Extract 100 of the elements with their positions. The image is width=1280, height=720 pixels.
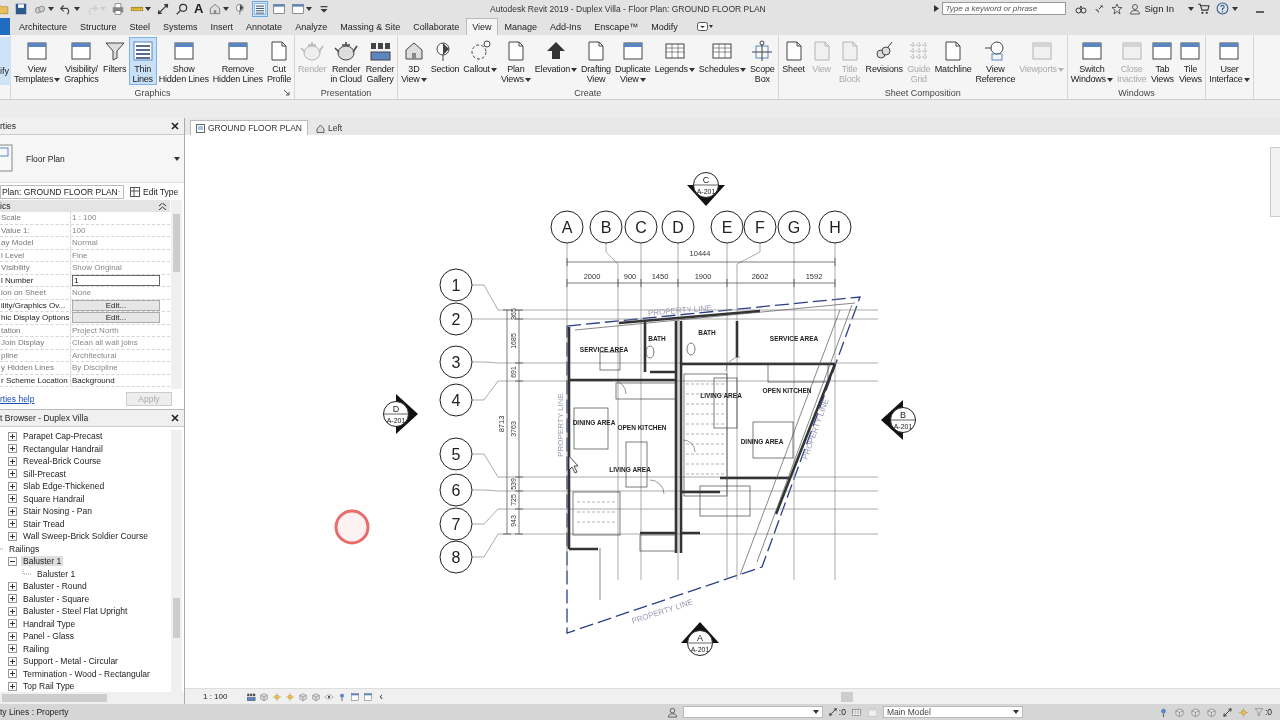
ribbon-tab[interactable]: Structure: [74, 18, 123, 35]
panel-toggle-icon[interactable]: [696, 22, 713, 31]
ribbon-tab[interactable]: Manage: [498, 18, 544, 35]
ribbon-tab[interactable]: Insert: [204, 18, 240, 35]
model-dropdown[interactable]: Main Model: [882, 706, 1023, 718]
ribbon-button[interactable]: User Interface: [1207, 37, 1252, 85]
help-link[interactable]: rties help: [0, 394, 35, 404]
expand-arrow-icon[interactable]: [934, 5, 940, 12]
tree-item[interactable]: Termination - Wood - Rectangular: [21, 668, 152, 679]
grid-icon[interactable]: [246, 691, 257, 702]
expand-icon[interactable]: [8, 431, 17, 441]
edit-type-button[interactable]: Edit Type: [130, 186, 179, 197]
star-icon[interactable]: [1111, 2, 1124, 15]
ribbon-button[interactable]: Schedules: [696, 37, 749, 85]
ribbon-tab[interactable]: Add-Ins: [544, 18, 588, 35]
ribbon-button[interactable]: Callout: [461, 37, 499, 85]
tree-item[interactable]: Stair Tread: [21, 518, 67, 529]
scrollbar[interactable]: [171, 200, 182, 389]
ribbon-button[interactable]: Duplicate View: [612, 37, 653, 85]
expand-icon[interactable]: [8, 656, 17, 666]
ribbon-button[interactable]: View Templates: [12, 37, 63, 85]
tree-item[interactable]: Baluster - Square: [21, 593, 92, 604]
caret-icon[interactable]: [1232, 6, 1238, 11]
expand-icon[interactable]: [8, 519, 17, 529]
ribbon-button[interactable]: Remove Hidden Lines: [210, 37, 265, 85]
toolbar-button[interactable]: A: [193, 0, 205, 17]
ribbon-tab[interactable]: Collaborate: [407, 18, 466, 35]
ribbon-tab[interactable]: Architecture: [13, 18, 74, 35]
view-dropdown[interactable]: Plan: GROUND FLOOR PLAN: [0, 184, 124, 199]
tree-item[interactable]: Support - Metal - Circular: [21, 656, 120, 667]
ribbon-tab[interactable]: Systems: [157, 18, 204, 35]
ribbon-button[interactable]: Thin Lines: [128, 37, 157, 85]
ribbon-button[interactable]: Sheet: [779, 37, 808, 85]
tree-item[interactable]: Sill-Precast: [21, 468, 68, 479]
filter-count[interactable]: :0: [1253, 707, 1272, 717]
window-icon[interactable]: [350, 691, 361, 702]
edit-button[interactable]: Edit...: [72, 299, 160, 311]
expand-icon[interactable]: [8, 531, 17, 541]
ribbon-button[interactable]: Section: [428, 37, 462, 85]
ribbon-button[interactable]: Legends: [652, 37, 697, 85]
close-icon[interactable]: [171, 414, 179, 422]
window-icon[interactable]: [363, 691, 374, 702]
edit-button[interactable]: Edit...: [72, 312, 160, 324]
ribbon-tab[interactable]: Massing & Site: [334, 18, 407, 35]
diagonal-arrow-icon[interactable]: [1221, 706, 1233, 718]
ribbon-button[interactable]: View Reference: [973, 37, 1018, 85]
scrollbar[interactable]: [0, 692, 184, 704]
ribbon-button[interactable]: Filters: [100, 37, 129, 85]
ribbon-button[interactable]: Elevation: [532, 37, 579, 85]
ribbon-button[interactable]: Render Gallery: [363, 37, 397, 85]
ribbon-button[interactable]: Revisions: [863, 37, 905, 85]
tree-item[interactable]: Top Rail Type: [21, 681, 77, 692]
selection-count[interactable]: :0: [827, 707, 846, 717]
tree-item[interactable]: Baluster 1: [21, 556, 64, 567]
ribbon-button[interactable]: Tab Views: [1148, 37, 1177, 85]
ribbon-tab[interactable]: View: [466, 18, 498, 35]
expand-icon[interactable]: [8, 481, 17, 491]
sign-in-button[interactable]: Sign In: [1126, 2, 1174, 15]
ribbon-button[interactable]: Render in Cloud: [328, 37, 364, 85]
expand-icon[interactable]: [8, 644, 17, 654]
ribbon-button[interactable]: Drafting View: [579, 37, 613, 85]
ribbon-tab[interactable]: Enscape™: [588, 18, 645, 35]
number-field[interactable]: 1: [72, 274, 160, 286]
expand-icon[interactable]: [8, 594, 17, 604]
expand-icon[interactable]: [8, 619, 17, 629]
ribbon-button[interactable]: Scope Box: [748, 37, 777, 85]
type-selector[interactable]: Floor Plan: [0, 135, 184, 183]
tree-item[interactable]: Railings: [7, 543, 42, 554]
tree-item[interactable]: Railing: [21, 643, 51, 654]
tree-item[interactable]: Parapet Cap-Precast: [21, 431, 105, 442]
table-icon[interactable]: [850, 706, 862, 718]
tree-item[interactable]: Slab Edge-Thickened: [21, 481, 107, 492]
tree-item[interactable]: Handrail Type: [21, 618, 78, 629]
tree-item[interactable]: Rectangular Handrail: [21, 443, 105, 454]
ribbon-button[interactable]: Cut Profile: [264, 37, 294, 85]
expand-icon[interactable]: [8, 469, 17, 479]
help-icon[interactable]: [1216, 2, 1229, 15]
ribbon-button[interactable]: Show Hidden Lines: [156, 37, 211, 85]
eye-icon[interactable]: [324, 691, 335, 702]
view-tab[interactable]: GROUND FLOOR PLAN: [190, 120, 308, 135]
tree-item[interactable]: Reveal-Brick Course: [21, 456, 103, 467]
tree-item[interactable]: Baluster 1: [35, 568, 78, 579]
expand-icon[interactable]: [8, 456, 17, 466]
modify-button[interactable]: ify: [0, 37, 11, 85]
ribbon-button[interactable]: Plan Views: [498, 37, 533, 85]
ribbon-button[interactable]: 3D View: [399, 37, 429, 85]
expand-icon[interactable]: [8, 506, 17, 516]
view-tab[interactable]: Left: [310, 120, 349, 135]
tree-item[interactable]: Baluster - Steel Flat Upright: [21, 606, 130, 617]
ribbon-tab[interactable]: Annotate: [240, 18, 289, 35]
ribbon-tab[interactable]: Modify: [645, 18, 684, 35]
toolbar-button[interactable]: [252, 0, 269, 17]
close-icon[interactable]: [171, 122, 179, 130]
ribbon-button[interactable]: Matchline: [932, 37, 974, 85]
search-field[interactable]: Type a keyword or phrase: [942, 2, 1067, 15]
tree-item[interactable]: Panel - Glass: [21, 631, 77, 642]
tree-item[interactable]: Wall Sweep-Brick Soldier Course: [21, 531, 150, 542]
expand-icon[interactable]: [8, 444, 17, 454]
expand-icon[interactable]: [8, 669, 17, 679]
caret-icon[interactable]: [1188, 6, 1194, 11]
